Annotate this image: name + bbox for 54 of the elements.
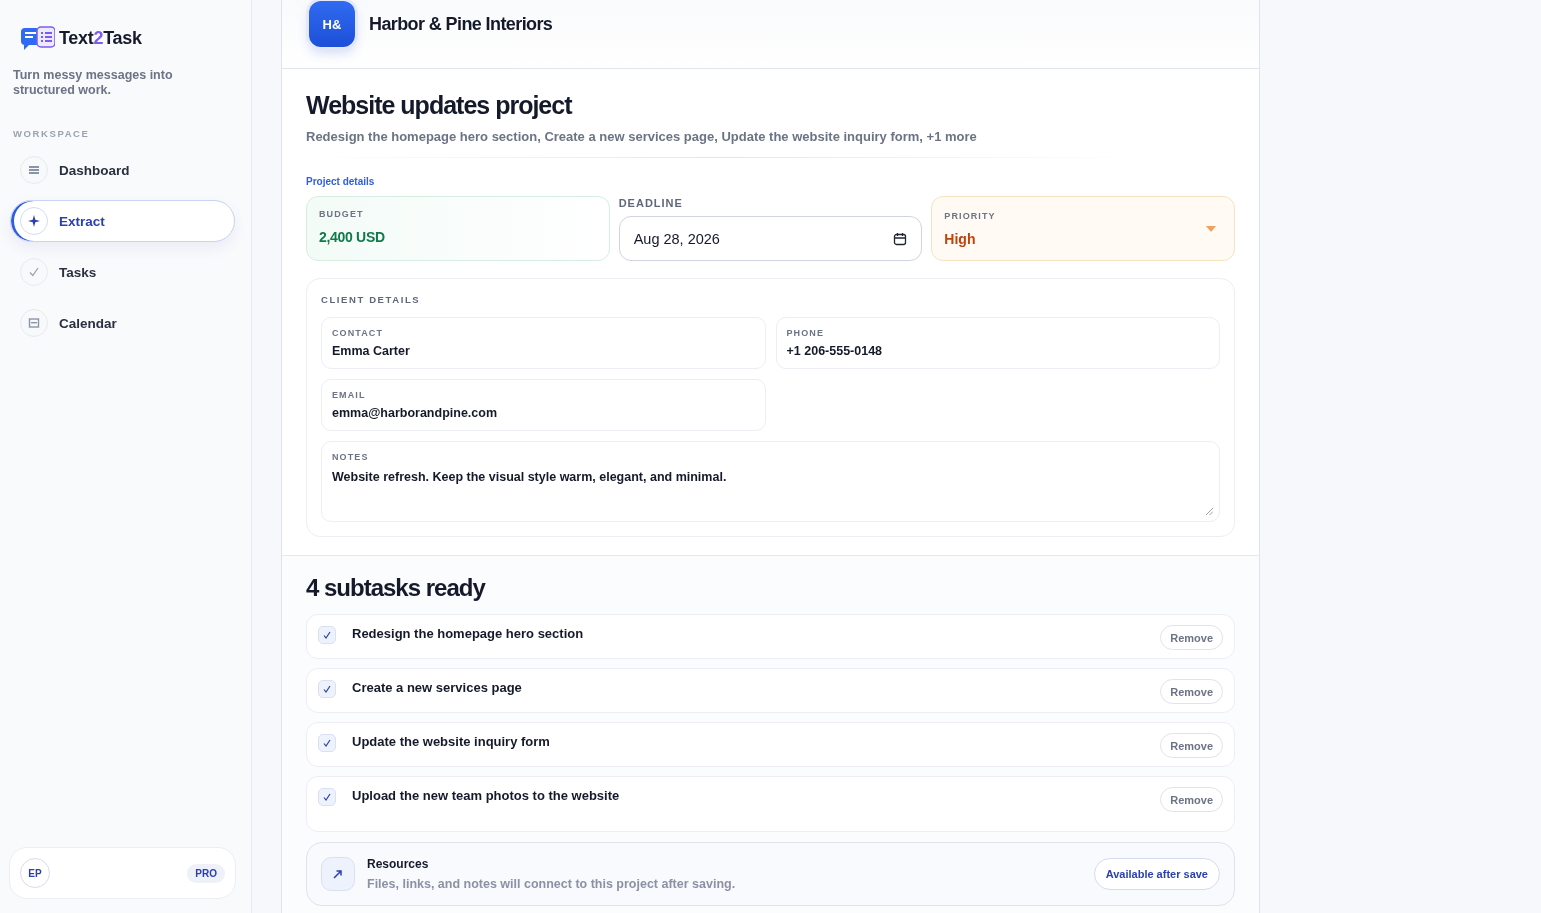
email-field[interactable]: EMAIL emma@harborandpine.com [321, 379, 766, 431]
remove-button[interactable]: Remove [1160, 679, 1223, 704]
client-logo: H& [309, 1, 355, 47]
checkbox[interactable] [318, 734, 336, 752]
check-icon [28, 266, 40, 278]
priority-value: High [944, 230, 977, 247]
resources-description: Files, links, and notes will connect to this project after saving. [367, 877, 737, 891]
nav-item[interactable]: Dashboard [12, 149, 235, 191]
subtask-title: Create a new services page [352, 680, 523, 695]
nav-item[interactable]: Calendar [12, 302, 235, 344]
checkbox[interactable] [318, 680, 336, 698]
check-icon [323, 739, 331, 747]
sparkle-icon [28, 215, 40, 227]
field-label: PRIORITY [944, 210, 996, 221]
remove-button[interactable]: Remove [1160, 625, 1223, 650]
section-label: WORKSPACE [12, 128, 91, 139]
nav-item[interactable]: Extract [10, 200, 235, 242]
date-field[interactable]: Aug 28, 2026 [618, 216, 923, 261]
logo-icon [21, 26, 55, 50]
check-icon [323, 685, 331, 693]
tagline: Turn messy messages into structured work. [12, 68, 174, 98]
subtask-title: Upload the new team photos to the website [352, 788, 621, 803]
section-label: CLIENT DETAILS [321, 294, 422, 305]
caret-icon [1206, 225, 1216, 232]
remove-button[interactable]: Remove [1160, 787, 1223, 812]
check-icon [323, 631, 331, 639]
calendar-icon [28, 317, 40, 329]
notes-field[interactable]: NOTES Website refresh. Keep the visual style warm, elegant, and minimal. [321, 441, 1220, 522]
checkbox[interactable] [318, 788, 336, 806]
subtask-title: Update the website inquiry form [352, 734, 551, 749]
project-summary: Redesign the homepage hero section, Create a new services page, Update the website inquiry form, +1 more [306, 129, 978, 144]
available-button[interactable]: Available after save [1093, 858, 1220, 890]
list-icon [28, 164, 40, 176]
section-label: Project details [306, 176, 376, 187]
subtasks-heading: 4 subtasks ready [306, 574, 487, 602]
client-name: Harbor & Pine Interiors [369, 14, 553, 35]
subtask-title: Redesign the homepage hero section [352, 626, 585, 641]
checkbox[interactable] [318, 626, 336, 644]
remove-button[interactable]: Remove [1160, 733, 1223, 758]
resources-title: Resources [367, 857, 430, 871]
nav-item[interactable]: Tasks [12, 251, 235, 293]
check-icon [323, 793, 331, 801]
brand-name: Text2Task [59, 27, 142, 49]
calendar-icon [893, 231, 908, 246]
link-icon [321, 857, 355, 891]
phone-field[interactable]: PHONE +1 206-555-0148 [775, 317, 1220, 369]
date-value: Aug 28, 2026 [633, 230, 720, 247]
priority-select[interactable]: PRIORITY High [931, 196, 1235, 261]
project-title: Website updates project [306, 90, 573, 121]
field-label: DEADLINE [618, 196, 684, 210]
contact-field[interactable]: CONTACT Emma Carter [321, 317, 766, 369]
budget-field[interactable]: BUDGET 2,400 USD [306, 196, 610, 261]
resize-handle-icon [1206, 508, 1213, 515]
plan-badge: PRO [187, 863, 225, 883]
